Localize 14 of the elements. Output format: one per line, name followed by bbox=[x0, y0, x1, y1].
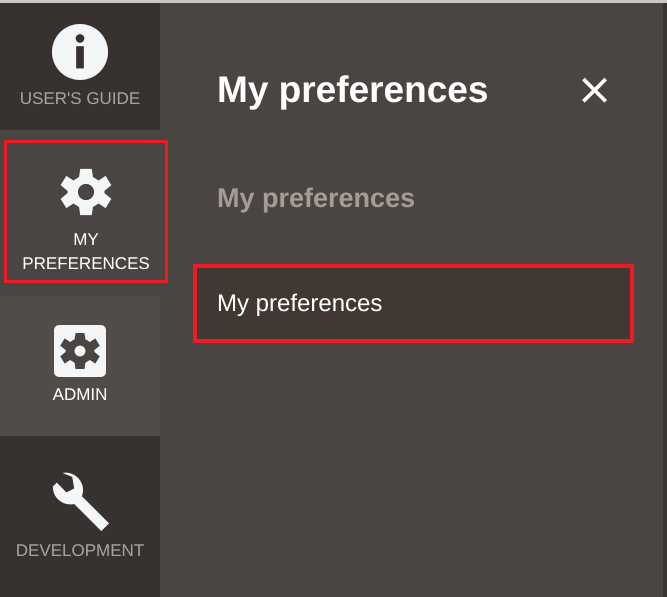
section-heading: My preferences bbox=[217, 183, 416, 214]
sidebar-label: DEVELOPMENT bbox=[16, 540, 144, 562]
sidebar-item[interactable]: ADMIN bbox=[0, 296, 160, 436]
sidebar-item[interactable]: DEVELOPMENT bbox=[0, 436, 160, 597]
info-icon bbox=[51, 22, 109, 80]
sidebar-label: MY PREFERENCES bbox=[21, 229, 151, 275]
close-button[interactable]: × bbox=[572, 70, 617, 110]
sidebar-label: ADMIN bbox=[52, 384, 108, 406]
sidebar-item[interactable]: MY PREFERENCES bbox=[4, 140, 168, 283]
menu-item[interactable]: My preferences bbox=[193, 264, 634, 343]
sidebar-label: USER'S GUIDE bbox=[20, 88, 140, 110]
sidebar-item[interactable]: USER'S GUIDE bbox=[0, 3, 160, 130]
gear-icon bbox=[54, 325, 106, 377]
panel-title: My preferences bbox=[217, 69, 488, 111]
